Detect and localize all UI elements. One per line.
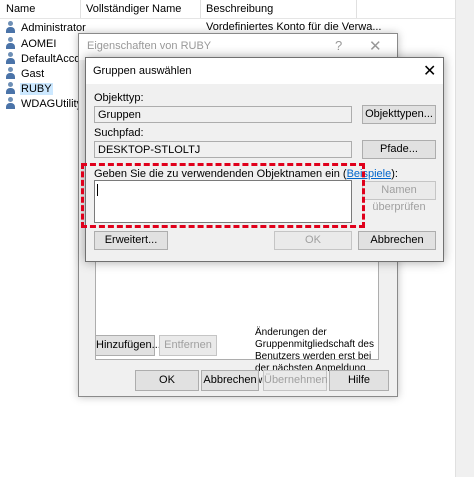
object-types-button[interactable]: Objekttypen... bbox=[362, 105, 436, 124]
list-item[interactable]: Administrator bbox=[4, 20, 87, 35]
column-separator[interactable] bbox=[200, 0, 201, 18]
object-type-label: Objekttyp: bbox=[94, 92, 144, 104]
column-name[interactable]: Name bbox=[6, 3, 35, 15]
user-icon bbox=[4, 82, 17, 95]
column-full-name[interactable]: Vollständiger Name bbox=[86, 3, 181, 15]
list-item[interactable]: Gast bbox=[4, 66, 45, 81]
list-item[interactable]: AOMEI bbox=[4, 36, 57, 51]
user-icon bbox=[4, 97, 17, 110]
help-button[interactable]: Hilfe bbox=[329, 370, 389, 391]
object-names-input[interactable] bbox=[94, 180, 352, 223]
user-icon bbox=[4, 21, 17, 34]
ok-button[interactable]: OK bbox=[135, 370, 199, 391]
column-description[interactable]: Beschreibung bbox=[206, 3, 273, 15]
list-header: Name Vollständiger Name Beschreibung bbox=[0, 0, 474, 19]
list-item-selected[interactable]: RUBY bbox=[4, 81, 53, 96]
user-icon bbox=[4, 37, 17, 50]
dialog-title: Gruppen auswählen bbox=[93, 65, 192, 77]
apply-button[interactable]: Übernehmen bbox=[263, 370, 328, 391]
object-type-field: Gruppen bbox=[94, 106, 352, 123]
properties-title: Eigenschaften von RUBY bbox=[87, 40, 212, 52]
search-path-field: DESKTOP-STLOLTJ bbox=[94, 141, 352, 158]
ok-button[interactable]: OK bbox=[274, 231, 352, 250]
paths-button[interactable]: Pfade... bbox=[362, 140, 436, 159]
column-separator[interactable] bbox=[80, 0, 81, 18]
close-icon[interactable]: ✕ bbox=[423, 61, 436, 81]
cancel-button[interactable]: Abbrechen bbox=[358, 231, 436, 250]
user-name: RUBY bbox=[20, 82, 53, 95]
help-icon[interactable]: ? bbox=[335, 38, 342, 53]
cancel-button[interactable]: Abbrechen bbox=[201, 370, 259, 391]
user-name: AOMEI bbox=[21, 37, 57, 50]
object-names-prompt-text: Geben Sie die zu verwendenden Objektname… bbox=[94, 168, 347, 180]
user-icon bbox=[4, 52, 17, 65]
text-caret bbox=[97, 184, 98, 196]
object-names-prompt-end: ): bbox=[391, 168, 398, 180]
user-name: Gast bbox=[21, 67, 45, 80]
remove-button[interactable]: Entfernen bbox=[159, 335, 217, 356]
user-name: Administrator bbox=[21, 21, 86, 34]
check-names-button[interactable]: Namen überprüfen bbox=[362, 181, 436, 213]
search-path-label: Suchpfad: bbox=[94, 127, 144, 139]
advanced-button[interactable]: Erweitert... bbox=[94, 231, 168, 250]
vertical-scrollbar[interactable] bbox=[455, 0, 474, 477]
examples-link[interactable]: Beispiele bbox=[347, 168, 392, 180]
user-description: Vordefiniertes Konto für die Verwa... bbox=[206, 21, 382, 33]
user-icon bbox=[4, 67, 17, 80]
dialog-titlebar: Gruppen auswählen ✕ bbox=[86, 58, 443, 84]
column-separator[interactable] bbox=[356, 0, 357, 18]
add-button[interactable]: Hinzufügen... bbox=[95, 335, 161, 356]
object-names-prompt: Geben Sie die zu verwendenden Objektname… bbox=[94, 168, 398, 180]
close-icon[interactable]: ✕ bbox=[369, 37, 382, 55]
